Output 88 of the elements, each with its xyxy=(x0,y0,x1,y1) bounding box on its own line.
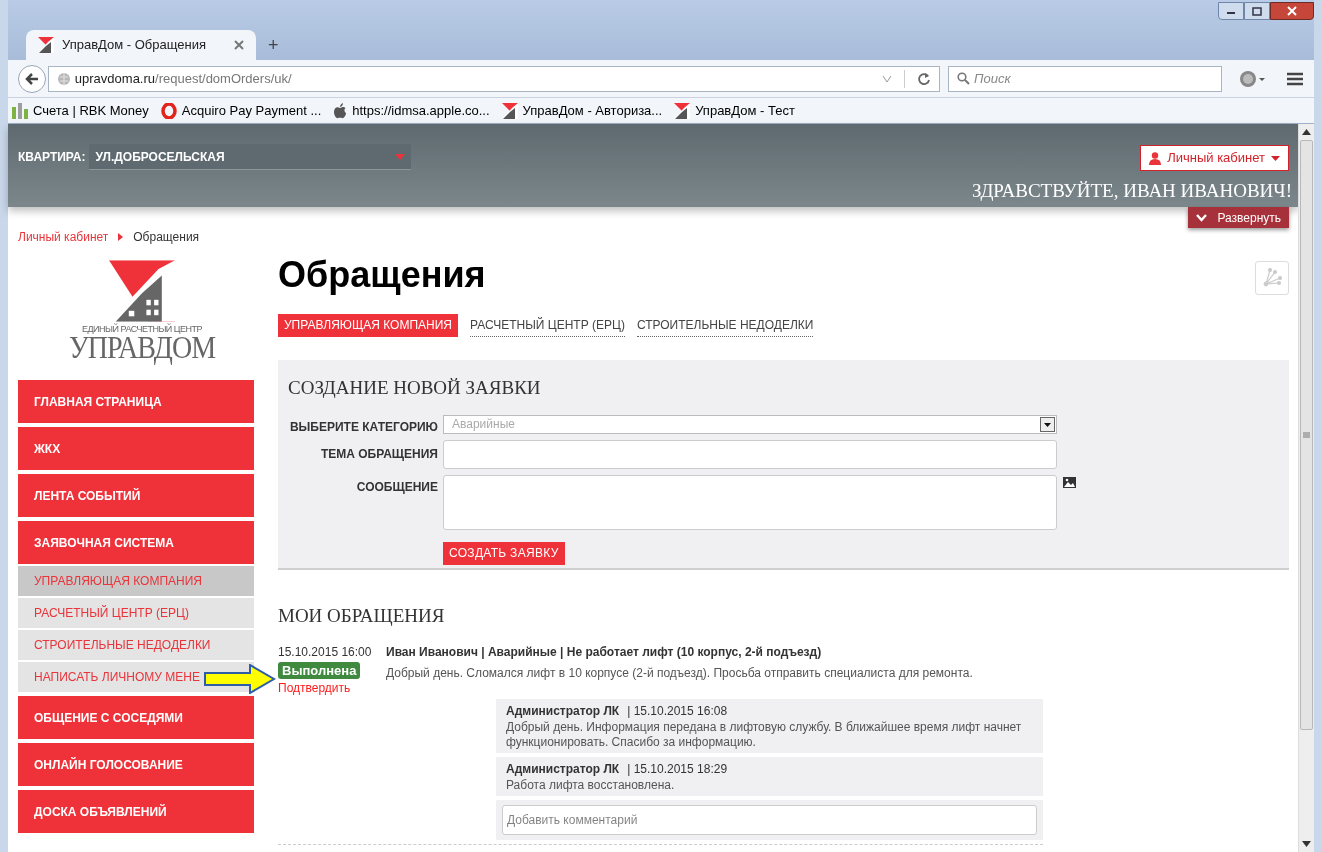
request-text: Добрый день. Сломался лифт в 10 корпусе (2-й подъезд). Просьба отправить специалиста для ремонта. xyxy=(386,664,973,682)
image-icon[interactable] xyxy=(1063,476,1076,488)
request-title: Иван Иванович | Аварийные | Не работает лифт (10 корпус, 2-й подъезд) xyxy=(386,643,823,661)
sidebar-item[interactable]: ОБЩЕНИЕ С СОСЕДЯМИ xyxy=(18,696,254,739)
bars-icon xyxy=(12,102,28,119)
message-field[interactable] xyxy=(443,474,1057,530)
house-icon xyxy=(38,37,54,53)
expand-button[interactable]: Развернуть xyxy=(1188,207,1289,228)
tab[interactable]: СТРОИТЕЛЬНЫЕ НЕДОДЕЛКИ xyxy=(636,314,814,337)
create-request-button[interactable]: СОЗДАТЬ ЗАЯВКУ xyxy=(443,541,565,565)
bookmark[interactable]: УправДом - Тест xyxy=(674,100,795,121)
sidebar-item[interactable]: ЖКХ xyxy=(18,427,254,470)
comment-text: Работа лифта восстановлена. xyxy=(506,777,676,793)
bookmark[interactable]: УправДом - Авториза... xyxy=(501,100,663,121)
scrollbar[interactable] xyxy=(1298,124,1314,852)
reload-icon[interactable] xyxy=(917,71,931,86)
caret-icon xyxy=(1271,155,1280,161)
field-label: СООБЩЕНИЕ xyxy=(355,478,438,496)
scroll-down-icon[interactable] xyxy=(1302,841,1311,847)
section-title: МОИ ОБРАЩЕНИЯ xyxy=(278,604,446,628)
sidebar-item[interactable]: СТРОИТЕЛЬНЫЕ НЕДОДЕЛКИ xyxy=(18,630,254,660)
comment-field[interactable]: Добавить комментарий xyxy=(502,804,1037,835)
ring-icon xyxy=(160,102,177,119)
chevron-down-icon xyxy=(1196,213,1208,222)
comment-time: | 15.10.2015 18:29 xyxy=(627,760,728,778)
bookmark[interactable]: Счета | RBK Money xyxy=(12,100,149,121)
minimize-button[interactable] xyxy=(1218,2,1244,20)
subject-field[interactable] xyxy=(443,439,1057,469)
maximize-button[interactable] xyxy=(1244,2,1270,20)
category-select[interactable]: Аварийные xyxy=(443,414,1057,434)
house-icon xyxy=(674,102,691,119)
tab-title: УправДом - Обращения xyxy=(62,36,208,55)
sidebar-item[interactable]: ДОСКА ОБЪЯВЛЕНИЙ xyxy=(18,790,254,833)
grip-icon xyxy=(1303,432,1310,438)
comment-author: Администратор ЛК xyxy=(506,702,620,720)
chevron-right-icon xyxy=(118,233,124,241)
greeting-text: ЗДРАВСТВУЙТЕ, ИВАН ИВАНОВИЧ! xyxy=(972,181,1292,200)
annotation-arrow xyxy=(204,664,276,694)
tab[interactable]: УПРАВЛЯЮЩАЯ КОМПАНИЯ xyxy=(278,314,458,337)
back-button[interactable] xyxy=(18,64,46,93)
addon-icon[interactable] xyxy=(1238,68,1267,89)
sidebar-item[interactable]: РАСЧЕТНЫЙ ЦЕНТР (ЕРЦ) xyxy=(18,598,254,628)
breadcrumb-link[interactable]: Личный кабинет xyxy=(18,228,109,246)
logo-house-icon xyxy=(109,260,175,322)
sidebar-item[interactable]: ГЛАВНАЯ СТРАНИЦА xyxy=(18,380,254,423)
field-label: ВЫБЕРИТЕ КАТЕГОРИЮ xyxy=(288,418,438,436)
back-arrow-icon xyxy=(24,72,39,85)
account-button[interactable]: Личный кабинет xyxy=(1140,145,1289,171)
user-icon xyxy=(1149,151,1162,165)
scroll-up-icon[interactable] xyxy=(1302,129,1311,135)
sidebar-item[interactable]: УПРАВЛЯЮЩАЯ КОМПАНИЯ xyxy=(18,566,254,596)
apartment-label: КВАРТИРА: xyxy=(18,149,86,166)
bookmark[interactable]: https://idmsa.apple.co... xyxy=(333,100,490,121)
comment-author: Администратор ЛК xyxy=(506,760,620,778)
comment-text: Добрый день. Информация передана в лифтовую службу. В ближайшее время лифт начнет функционировать. Спасибо за информацию. xyxy=(506,719,1023,750)
breadcrumb-current: Обращения xyxy=(133,229,200,246)
status-badge: Выполнена xyxy=(278,661,361,679)
close-icon xyxy=(1287,6,1297,16)
new-tab-button[interactable]: + xyxy=(268,36,279,54)
globe-icon xyxy=(56,71,71,86)
apartment-select[interactable]: УЛ.ДОБРОСЕЛЬСКАЯ xyxy=(89,144,412,170)
menu-icon[interactable] xyxy=(1286,71,1304,86)
search-field[interactable]: Поиск xyxy=(948,65,1223,92)
address-bar[interactable]: upravdoma.ru/request/domOrders/uk/ xyxy=(47,65,940,92)
apple-icon xyxy=(333,102,348,119)
maximize-icon xyxy=(1252,6,1262,16)
panel-title: СОЗДАНИЕ НОВОЙ ЗАЯВКИ xyxy=(288,376,542,400)
dropdown-icon xyxy=(1040,416,1055,432)
sidebar-item[interactable]: ЗАЯВОЧНАЯ СИСТЕМА xyxy=(18,521,254,564)
url-path: /request/domOrders/uk/ xyxy=(155,70,292,86)
url-host: upravdoma.ru xyxy=(74,70,156,86)
sidebar-item[interactable]: ЛЕНТА СОБЫТИЙ xyxy=(18,474,254,517)
tab[interactable]: РАСЧЕТНЫЙ ЦЕНТР (ЕРЦ) xyxy=(470,314,625,337)
sidebar-item[interactable]: ОНЛАЙН ГОЛОСОВАНИЕ xyxy=(18,743,254,786)
scroll-thumb[interactable] xyxy=(1300,140,1313,730)
comment-time: | 15.10.2015 16:08 xyxy=(627,702,728,720)
close-button[interactable] xyxy=(1270,2,1314,20)
house-icon xyxy=(501,102,518,119)
browser-tab[interactable]: УправДом - Обращения xyxy=(26,30,256,60)
page-title: Обращения xyxy=(278,257,486,293)
caret-icon xyxy=(395,153,406,160)
request-date: 15.10.2015 16:00 xyxy=(278,643,372,661)
close-tab-icon[interactable] xyxy=(234,40,244,50)
confirm-link[interactable]: Подтвердить xyxy=(278,678,351,697)
search-icon xyxy=(957,72,970,85)
bookmark[interactable]: Acquiro Pay Payment ... xyxy=(160,100,322,121)
network-icon xyxy=(1262,268,1282,288)
field-label: ТЕМА ОБРАЩЕНИЯ xyxy=(319,445,438,463)
